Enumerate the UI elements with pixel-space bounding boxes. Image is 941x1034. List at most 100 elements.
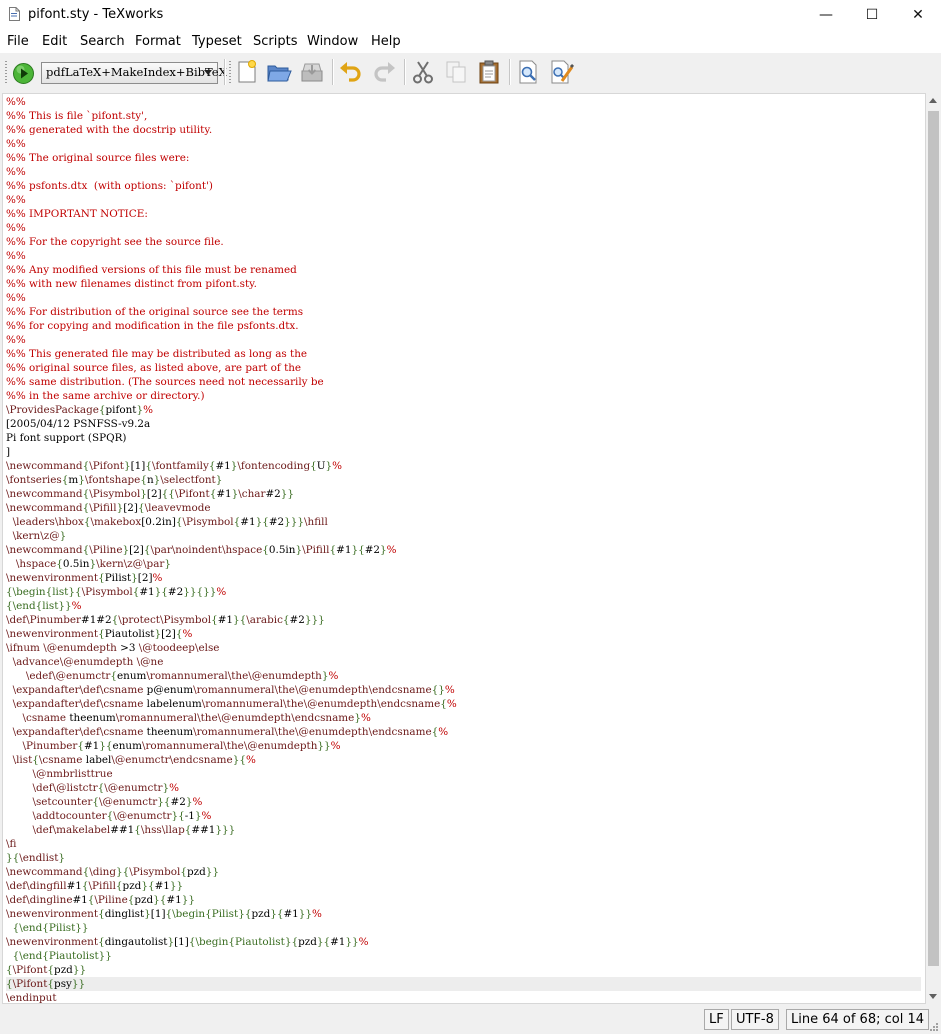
code-line[interactable]: \list{\csname label\@enumctr\endcsname}{… (6, 753, 921, 767)
code-line[interactable]: %% For distribution of the original sour… (6, 305, 921, 319)
copy-icon[interactable] (443, 59, 469, 85)
code-line[interactable]: \kern\z@} (6, 529, 921, 543)
code-line[interactable]: %% This generated file may be distribute… (6, 347, 921, 361)
code-line[interactable]: %% (6, 221, 921, 235)
typeset-engine-select[interactable]: pdfLaTeX+MakeIndex+BibTeX (41, 62, 227, 84)
redo-icon[interactable] (371, 59, 397, 85)
code-line[interactable]: {\Pifont{pzd}} (6, 963, 921, 977)
code-line[interactable]: {\end{Piautolist}} (6, 949, 921, 963)
code-line[interactable]: \newcommand{\Piline}[2]{\par\noindent\hs… (6, 543, 921, 557)
code-line[interactable]: \hspace{0.5in}\kern\z@\par} (6, 557, 921, 571)
code-line[interactable]: %% (6, 165, 921, 179)
code-line[interactable]: \leaders\hbox{\makebox[0.2in]{\Pisymbol{… (6, 515, 921, 529)
code-line[interactable]: \fi (6, 837, 921, 851)
scrollbar-thumb[interactable] (928, 111, 939, 966)
code-line[interactable]: %% (6, 137, 921, 151)
code-line[interactable]: %% in the same archive or directory.) (6, 389, 921, 403)
menu-search[interactable]: Search (80, 34, 125, 49)
code-line[interactable]: \newcommand{\ding}{\Pisymbol{pzd}} (6, 865, 921, 879)
vertical-scrollbar[interactable] (926, 93, 941, 1004)
code-line[interactable]: \newenvironment{dinglist}[1]{\begin{Pili… (6, 907, 921, 921)
maximize-button[interactable]: ☐ (849, 0, 895, 31)
code-line[interactable]: \newenvironment{Piautolist}[2]{% (6, 627, 921, 641)
code-line[interactable]: \ifnum \@enumdepth >3 \@toodeep\else (6, 641, 921, 655)
cut-icon[interactable] (410, 59, 436, 85)
code-line[interactable]: %% (6, 193, 921, 207)
code-line[interactable]: %% (6, 291, 921, 305)
code-line[interactable]: \expandafter\def\csname labelenum\romann… (6, 697, 921, 711)
code-line[interactable]: \newcommand{\Pifont}[1]{\fontfamily{#1}\… (6, 459, 921, 473)
code-line[interactable]: \newenvironment{dingautolist}[1]{\begin{… (6, 935, 921, 949)
code-line[interactable]: %% with new filenames distinct from pifo… (6, 277, 921, 291)
code-line[interactable]: \addtocounter{\@enumctr}{-1}% (6, 809, 921, 823)
code-line[interactable]: \def\Pinumber#1#2{\protect\Pisymbol{#1}{… (6, 613, 921, 627)
code-line[interactable]: {\end{Pilist}} (6, 921, 921, 935)
code-line[interactable]: \advance\@enumdepth \@ne (6, 655, 921, 669)
code-line[interactable]: {\Pifont{psy}} (6, 977, 921, 991)
new-document-icon[interactable] (234, 59, 260, 85)
code-editor[interactable]: %%%% This is file `pifont.sty',%% genera… (2, 93, 926, 1004)
code-line[interactable]: %% For the copyright see the source file… (6, 235, 921, 249)
code-line[interactable]: \expandafter\def\csname p@enum\romannume… (6, 683, 921, 697)
menu-window[interactable]: Window (307, 34, 358, 49)
code-line[interactable]: %% original source files, as listed abov… (6, 361, 921, 375)
code-line[interactable]: %% for copying and modification in the f… (6, 319, 921, 333)
resize-grip-icon[interactable] (929, 1022, 939, 1032)
code-line[interactable]: %% This is file `pifont.sty', (6, 109, 921, 123)
code-line[interactable]: \newcommand{\Pisymbol}[2]{{\Pifont{#1}\c… (6, 487, 921, 501)
replace-icon[interactable] (548, 59, 574, 85)
code-line[interactable]: %% same distribution. (The sources need … (6, 375, 921, 389)
code-line[interactable]: %% psfonts.dtx (with options: `pifont') (6, 179, 921, 193)
find-icon[interactable] (515, 59, 541, 85)
code-line[interactable]: {\end{list}}% (6, 599, 921, 613)
code-line[interactable]: %% (6, 95, 921, 109)
menu-format[interactable]: Format (135, 34, 181, 49)
scroll-up-arrow-icon[interactable] (929, 98, 937, 103)
code-line[interactable]: ] (6, 445, 921, 459)
open-folder-icon[interactable] (266, 59, 292, 85)
code-line[interactable]: %% The original source files were: (6, 151, 921, 165)
code-line[interactable]: \expandafter\def\csname theenum\romannum… (6, 725, 921, 739)
code-line[interactable]: \ProvidesPackage{pifont}% (6, 403, 921, 417)
code-line[interactable]: %% IMPORTANT NOTICE: (6, 207, 921, 221)
code-line[interactable]: \def\dingline#1{\Piline{pzd}{#1}} (6, 893, 921, 907)
menu-help[interactable]: Help (371, 34, 401, 49)
code-line[interactable]: %% Any modified versions of this file mu… (6, 263, 921, 277)
paste-icon[interactable] (476, 59, 502, 85)
menu-edit[interactable]: Edit (42, 34, 67, 49)
code-line[interactable]: %% generated with the docstrip utility. (6, 123, 921, 137)
code-line[interactable]: \def\makelabel##1{\hss\llap{##1}}} (6, 823, 921, 837)
code-line[interactable]: }{\endlist} (6, 851, 921, 865)
menu-scripts[interactable]: Scripts (253, 34, 297, 49)
code-line[interactable]: \fontseries{m}\fontshape{n}\selectfont} (6, 473, 921, 487)
code-line[interactable]: {\begin{list}{\Pisymbol{#1}{#2}}{}}% (6, 585, 921, 599)
toolbar-grip[interactable] (5, 61, 7, 85)
scroll-down-arrow-icon[interactable] (929, 994, 937, 999)
code-line[interactable]: \newenvironment{Pilist}[2]% (6, 571, 921, 585)
toolbar-grip[interactable] (229, 61, 231, 85)
code-line[interactable]: \csname theenum\romannumeral\the\@enumde… (6, 711, 921, 725)
typeset-run-icon[interactable] (12, 62, 35, 85)
code-line[interactable]: \def\@listctr{\@enumctr}% (6, 781, 921, 795)
code-line[interactable]: [2005/04/12 PSNFSS-v9.2a (6, 417, 921, 431)
code-line[interactable]: \def\dingfill#1{\Pifill{pzd}{#1}} (6, 879, 921, 893)
undo-icon[interactable] (338, 59, 364, 85)
code-line[interactable]: \Pinumber{#1}{enum\romannumeral\the\@enu… (6, 739, 921, 753)
cursor-position[interactable]: Line 64 of 68; col 14 (786, 1009, 930, 1030)
code-line[interactable]: \newcommand{\Pifill}[2]{\leavevmode (6, 501, 921, 515)
code-line[interactable]: %% (6, 249, 921, 263)
code-line[interactable]: %% (6, 333, 921, 347)
code-line[interactable]: \setcounter{\@enumctr}{#2}% (6, 795, 921, 809)
code-line[interactable]: \edef\@enumctr{enum\romannumeral\the\@en… (6, 669, 921, 683)
close-button[interactable]: ✕ (895, 0, 941, 31)
code-line[interactable]: Pi font support (SPQR) (6, 431, 921, 445)
encoding-button[interactable]: UTF-8 (731, 1009, 779, 1030)
toolbar-separator (332, 59, 334, 85)
line-ending-button[interactable]: LF (704, 1009, 729, 1030)
save-icon[interactable] (299, 59, 325, 85)
menu-file[interactable]: File (7, 34, 29, 49)
code-line[interactable]: \endinput (6, 991, 921, 1003)
minimize-button[interactable]: — (803, 0, 849, 31)
menu-typeset[interactable]: Typeset (192, 34, 242, 49)
code-line[interactable]: \@nmbrlisttrue (6, 767, 921, 781)
